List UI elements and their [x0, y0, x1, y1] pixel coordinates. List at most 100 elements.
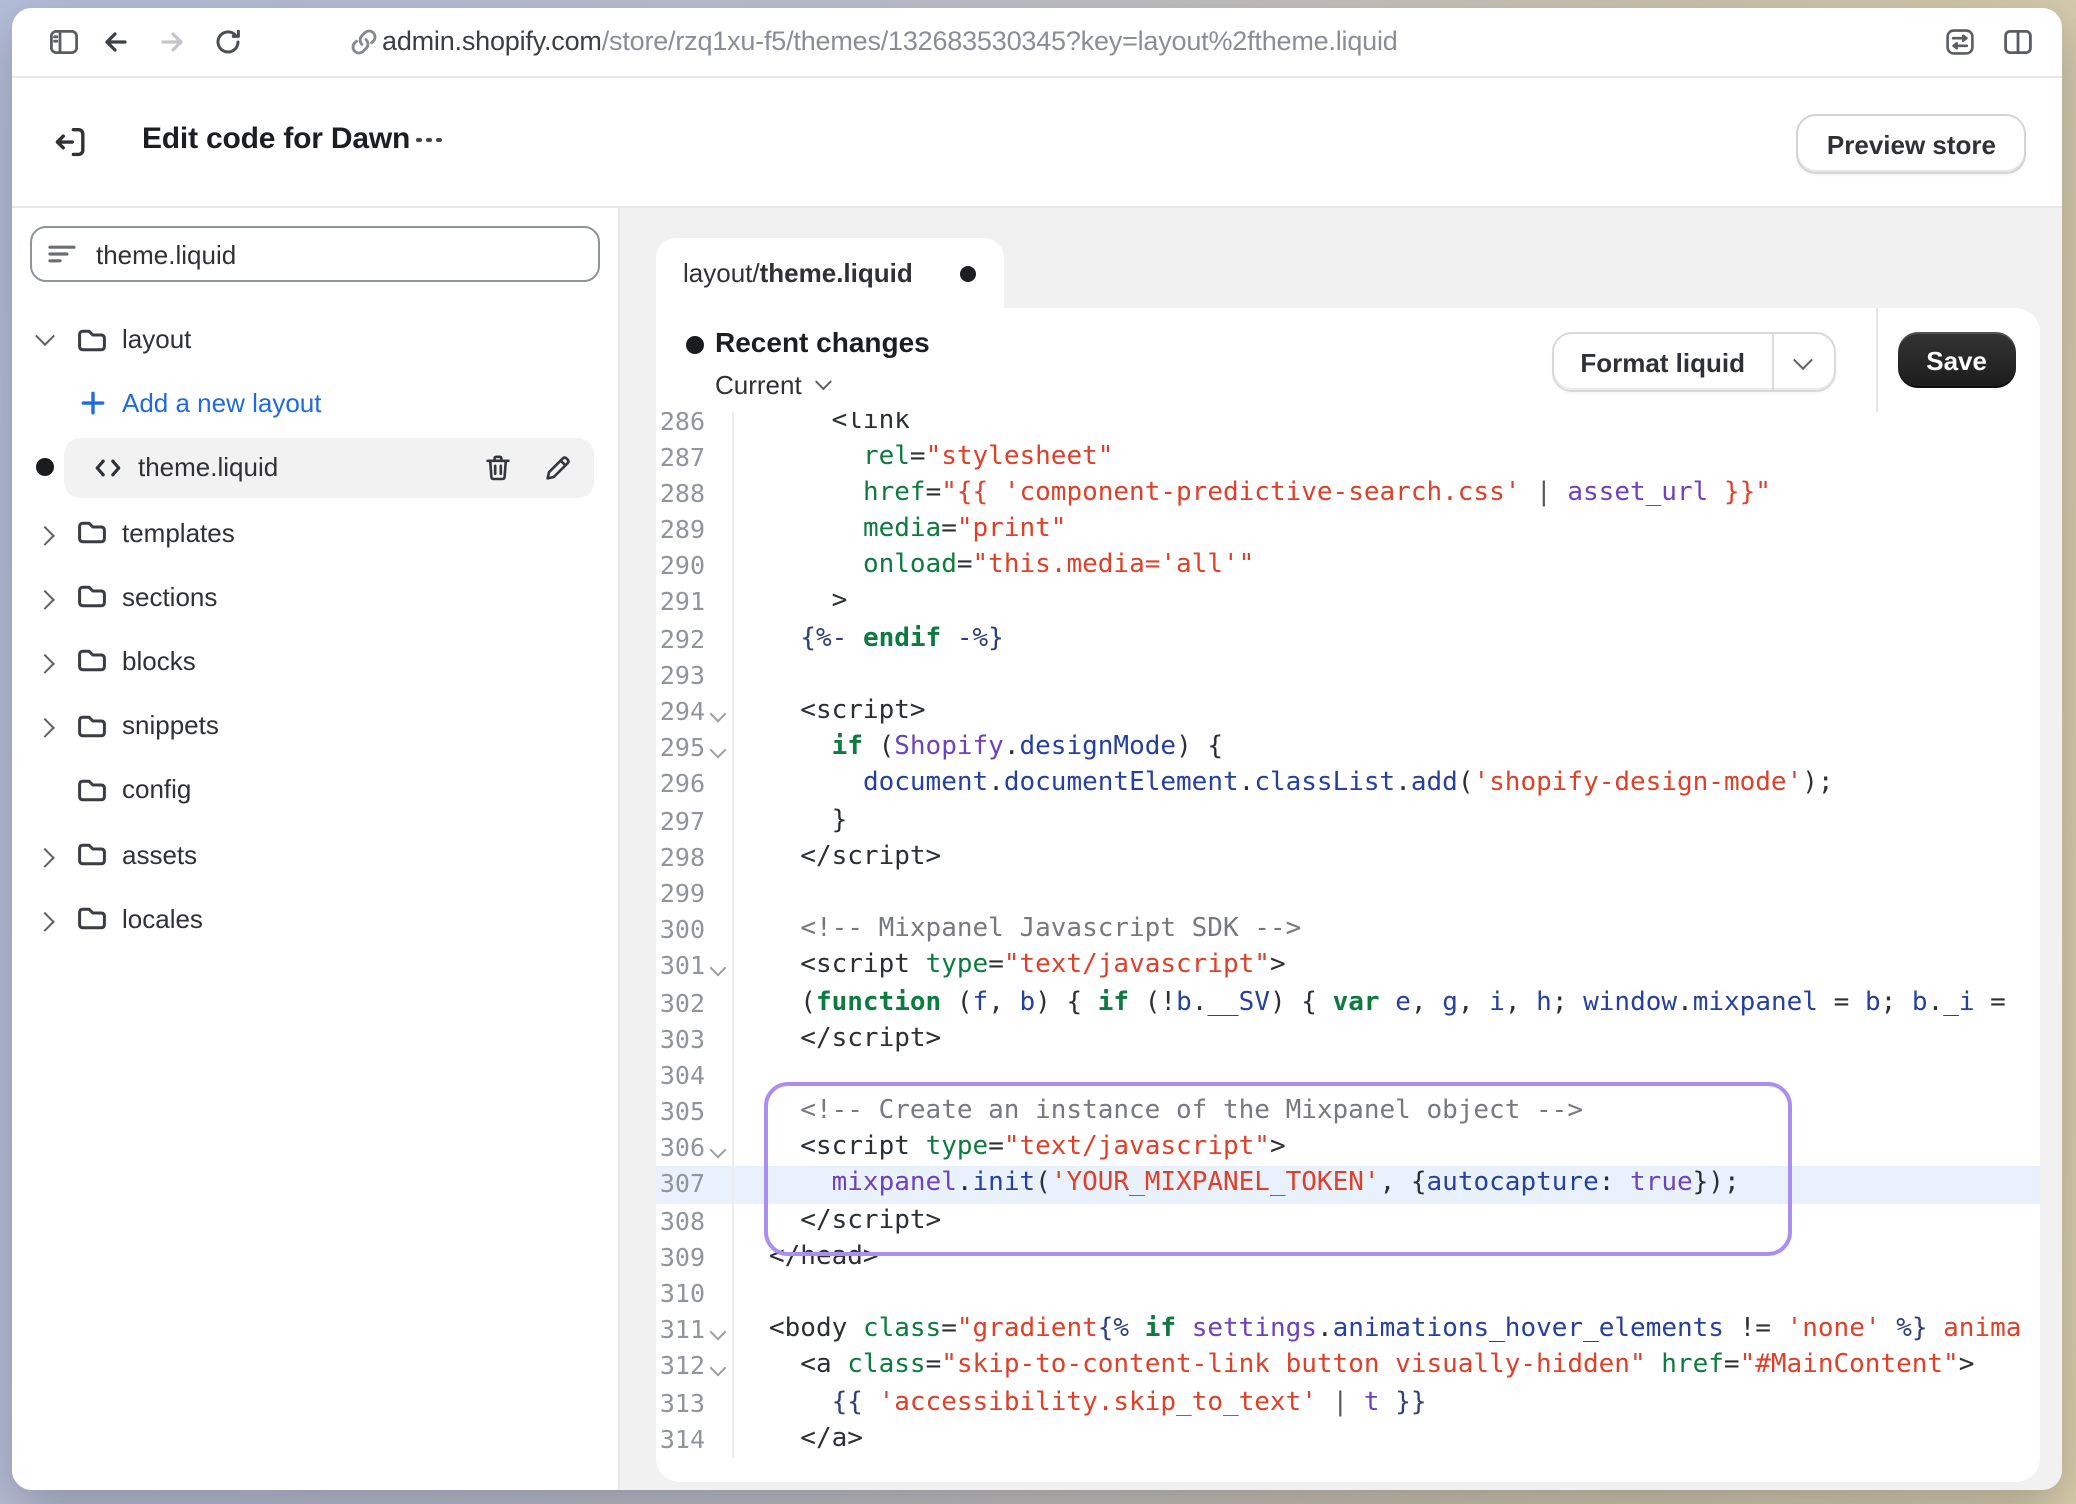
fold-toggle-icon[interactable] — [705, 1131, 731, 1167]
more-menu-button[interactable] — [416, 126, 452, 154]
code-line[interactable]: 291 > — [655, 585, 2040, 621]
code-line[interactable]: 293 — [655, 658, 2040, 694]
fold-toggle-icon[interactable] — [705, 1349, 731, 1385]
chevron-right-icon[interactable] — [32, 718, 58, 732]
file-tree: layout Add a new layout theme.liquid templa… — [12, 312, 618, 956]
code-line[interactable]: 303 </script> — [655, 1021, 2040, 1057]
folder-label: templates — [122, 517, 235, 547]
delete-file-icon[interactable] — [482, 452, 514, 484]
code-editor[interactable]: 286 <link287 rel="stylesheet"288 href="{… — [655, 412, 2040, 1482]
code-line[interactable]: 287 rel="stylesheet" — [655, 439, 2040, 475]
gutter: 305 — [655, 1094, 733, 1130]
code-line[interactable]: 294 <script> — [655, 694, 2040, 730]
sidebar-item-assets[interactable]: assets — [12, 827, 618, 881]
code-text: <link — [733, 412, 910, 439]
rename-file-icon[interactable] — [542, 452, 574, 484]
sidebar-item-templates[interactable]: templates — [12, 505, 618, 559]
code-line[interactable]: 307 mixpanel.init('YOUR_MIXPANEL_TOKEN',… — [655, 1167, 2040, 1203]
chevron-right-icon[interactable] — [32, 525, 58, 539]
exit-editor-button[interactable] — [52, 124, 88, 160]
chevron-down-icon[interactable] — [32, 332, 58, 346]
code-line[interactable]: 311<body class="gradient{% if settings.a… — [655, 1312, 2040, 1348]
tab-dir-label: layout/ — [683, 258, 760, 288]
fold-toggle-icon[interactable] — [705, 730, 731, 766]
sidebar-item-config[interactable]: config — [12, 763, 618, 817]
chevron-right-icon[interactable] — [32, 847, 58, 861]
gutter: 313 — [655, 1385, 733, 1421]
code-line[interactable]: 301 <script type="text/javascript"> — [655, 949, 2040, 985]
code-line[interactable]: 306 <script type="text/javascript"> — [655, 1131, 2040, 1167]
browser-window: admin.shopify.com/store/rzq1xu-f5/themes… — [12, 8, 2062, 1490]
code-text: onload="this.media='all'" — [733, 549, 1254, 585]
code-line[interactable]: 286 <link — [655, 412, 2040, 439]
file-search-box[interactable] — [30, 226, 600, 282]
code-line[interactable]: 305 <!-- Create an instance of the Mixpa… — [655, 1094, 2040, 1130]
sidebar-item-theme-liquid[interactable]: theme.liquid — [12, 441, 618, 495]
code-line[interactable]: 288 href="{{ 'component-predictive-searc… — [655, 476, 2040, 512]
code-line[interactable]: 297 } — [655, 803, 2040, 839]
code-line[interactable]: 296 document.documentElement.classList.a… — [655, 767, 2040, 803]
line-number: 288 — [655, 476, 705, 512]
gutter: 310 — [655, 1276, 733, 1312]
sidebar-item-blocks[interactable]: blocks — [12, 634, 618, 688]
code-line[interactable]: 295 if (Shopify.designMode) { — [655, 730, 2040, 766]
fold-slot — [705, 1094, 731, 1130]
code-text — [733, 876, 769, 912]
gutter: 291 — [655, 585, 733, 621]
code-line[interactable]: 312 <a class="skip-to-content-link butto… — [655, 1349, 2040, 1385]
modified-dot[interactable] — [32, 459, 58, 477]
format-liquid-button[interactable]: Format liquid — [1552, 332, 1835, 392]
forward-icon[interactable] — [156, 26, 188, 58]
sidebar-toggle-icon[interactable] — [48, 26, 80, 58]
code-line[interactable]: 289 media="print" — [655, 512, 2040, 548]
gutter: 286 — [655, 412, 733, 439]
gutter: 288 — [655, 476, 733, 512]
back-icon[interactable] — [100, 26, 132, 58]
gutter: 307 — [655, 1167, 733, 1203]
format-liquid-chevron[interactable] — [1771, 334, 1833, 390]
fold-toggle-icon[interactable] — [705, 949, 731, 985]
code-line[interactable]: 304 — [655, 1058, 2040, 1094]
line-number: 307 — [655, 1167, 705, 1203]
url-bar[interactable]: admin.shopify.com/store/rzq1xu-f5/themes… — [382, 26, 1398, 56]
sidebar-item-add-a-new-layout[interactable]: Add a new layout — [12, 376, 618, 430]
code-line[interactable]: 300 <!-- Mixpanel Javascript SDK --> — [655, 912, 2040, 948]
page-settings-icon[interactable] — [1944, 26, 1976, 58]
code-line[interactable]: 310 — [655, 1276, 2040, 1312]
version-select[interactable]: Current — [715, 370, 828, 400]
selected-file-row[interactable]: theme.liquid — [64, 438, 594, 498]
sidebar-item-layout[interactable]: layout — [12, 312, 618, 366]
sidebar-item-snippets[interactable]: snippets — [12, 698, 618, 752]
code-line[interactable]: 299 — [655, 876, 2040, 912]
gutter: 309 — [655, 1240, 733, 1276]
code-line[interactable]: 313 {{ 'accessibility.skip_to_text' | t … — [655, 1385, 2040, 1421]
chevron-right-icon[interactable] — [32, 911, 58, 925]
chevron-right-icon[interactable] — [32, 654, 58, 668]
browser-toolbar: admin.shopify.com/store/rzq1xu-f5/themes… — [12, 8, 2062, 78]
file-search-input[interactable] — [92, 237, 540, 271]
header-divider — [1876, 308, 1878, 412]
line-number: 305 — [655, 1094, 705, 1130]
code-line[interactable]: 314 </a> — [655, 1422, 2040, 1458]
sidebar-item-locales[interactable]: locales — [12, 891, 618, 945]
fold-toggle-icon[interactable] — [705, 694, 731, 730]
preview-store-button[interactable]: Preview store — [1797, 114, 2026, 174]
code-line[interactable]: 290 onload="this.media='all'" — [655, 549, 2040, 585]
page-title: Edit code for Dawn — [142, 122, 410, 156]
split-view-icon[interactable] — [2002, 26, 2034, 58]
reload-icon[interactable] — [212, 26, 244, 58]
code-line[interactable]: 298 </script> — [655, 840, 2040, 876]
code-text: </script> — [733, 840, 941, 876]
file-tab[interactable]: layout/theme.liquid — [655, 238, 1003, 308]
line-number: 286 — [655, 412, 705, 439]
code-line[interactable]: 292 {%- endif -%} — [655, 621, 2040, 657]
fold-toggle-icon[interactable] — [705, 1312, 731, 1348]
sidebar-item-sections[interactable]: sections — [12, 570, 618, 624]
code-line[interactable]: 302 (function (f, b) { if (!b.__SV) { va… — [655, 985, 2040, 1021]
line-number: 298 — [655, 840, 705, 876]
chevron-right-icon[interactable] — [32, 590, 58, 604]
code-line[interactable]: 308 </script> — [655, 1203, 2040, 1239]
save-button[interactable]: Save — [1898, 332, 2015, 388]
code-line[interactable]: 309</head> — [655, 1240, 2040, 1276]
folder-icon — [76, 581, 108, 613]
